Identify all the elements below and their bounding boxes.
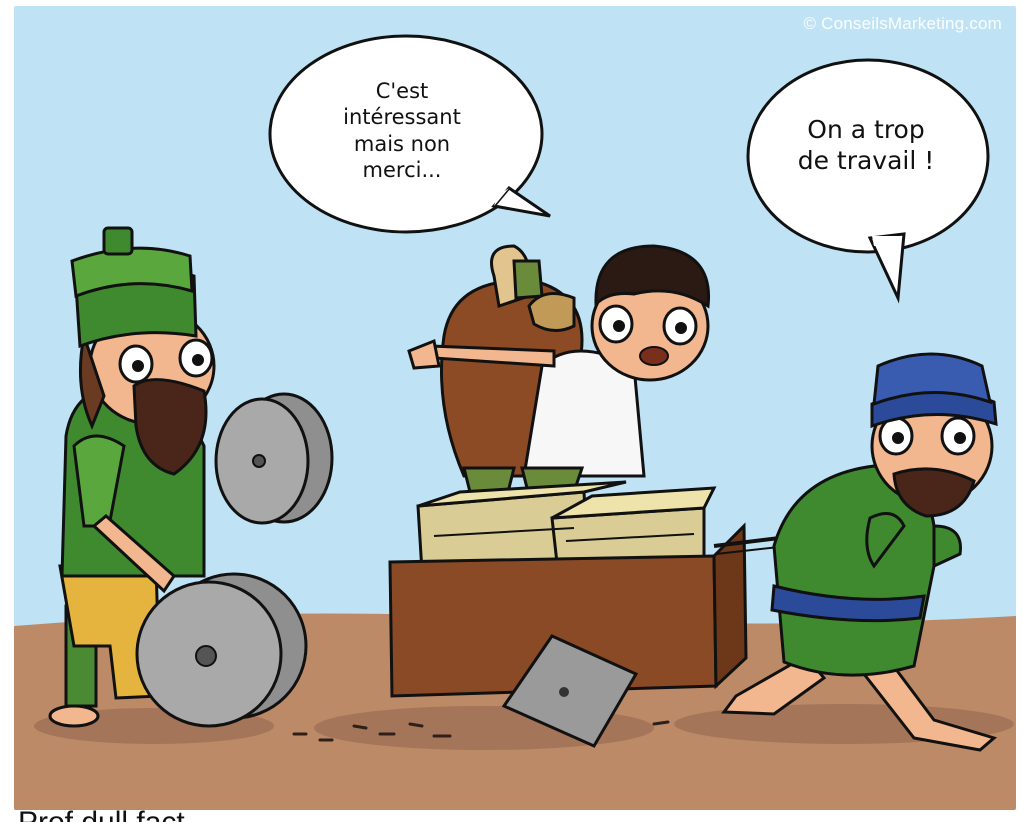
speech-text-left: C'est intéressant mais non merci...: [310, 78, 494, 183]
caption-partial-text: Prof dull fact... ... ...: [18, 806, 778, 822]
speech-line: C'est: [375, 79, 429, 103]
speech-line: On a trop: [807, 115, 925, 144]
speech-text-right: On a trop de travail !: [771, 114, 961, 177]
comic-panel: © ConseilsMarketing.com C'est intéressan…: [14, 6, 1016, 810]
speech-line: mais non: [353, 131, 451, 156]
speech-line: merci...: [362, 157, 442, 182]
speech-line: de travail !: [797, 146, 935, 176]
watermark-text: © ConseilsMarketing.com: [803, 14, 1002, 33]
speech-line: intéressant: [343, 105, 461, 130]
